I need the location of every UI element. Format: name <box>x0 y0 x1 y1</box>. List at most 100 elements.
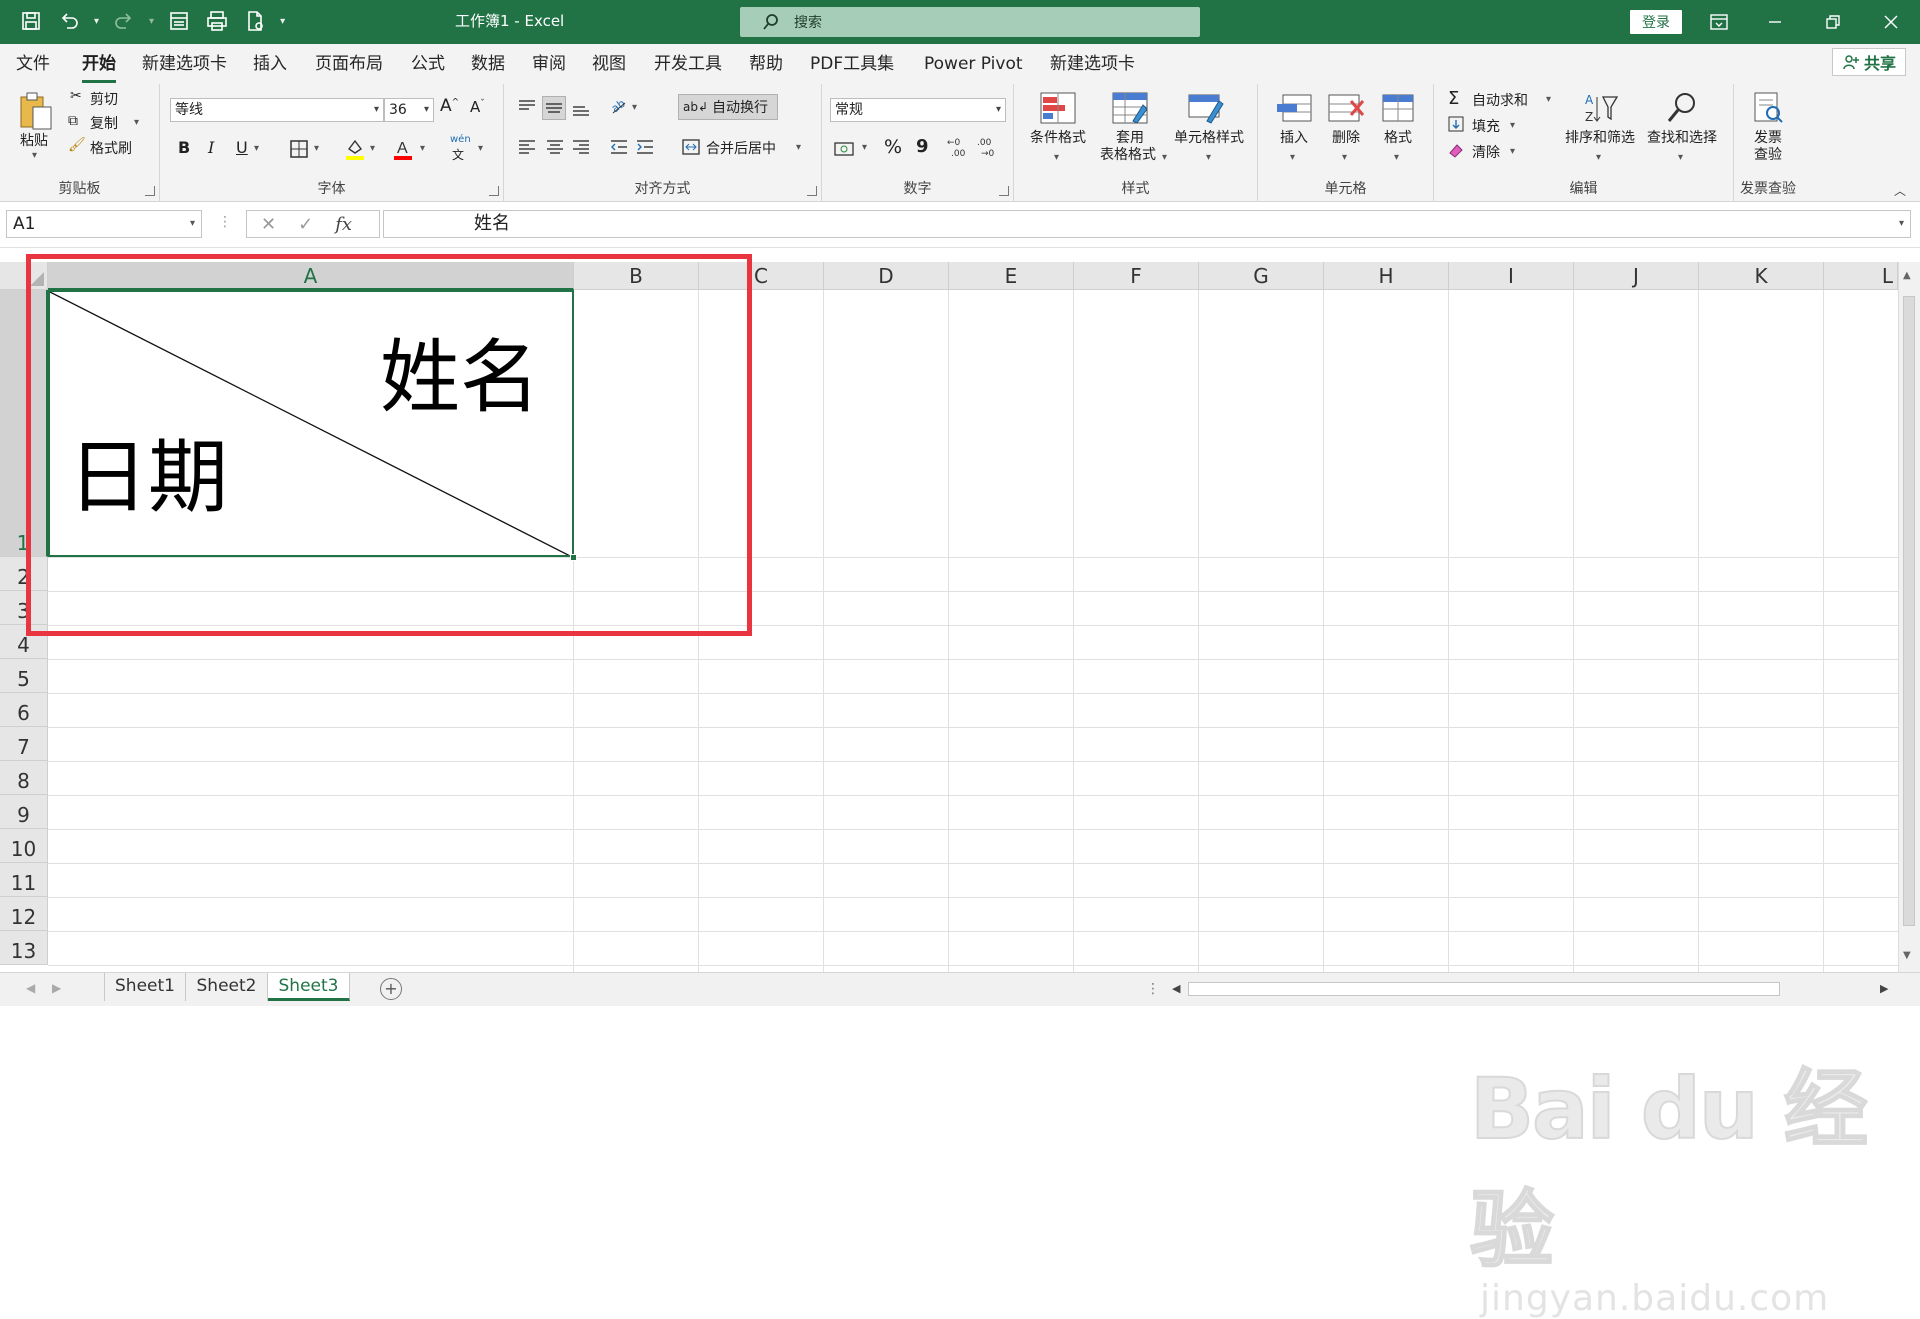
column-header-l[interactable]: L <box>1824 262 1898 290</box>
invoice-check-icon[interactable] <box>1748 90 1788 126</box>
column-header-h[interactable]: H <box>1324 262 1449 290</box>
tab-developer[interactable]: 开发工具 <box>654 50 722 78</box>
new-doc-icon[interactable] <box>242 8 268 34</box>
format-dropdown-icon[interactable]: ▾ <box>1394 152 1399 163</box>
border-dropdown-icon[interactable]: ▾ <box>314 143 319 154</box>
insert-cells-icon[interactable] <box>1274 90 1314 126</box>
column-header-k[interactable]: K <box>1699 262 1824 290</box>
fill-color-dropdown-icon[interactable]: ▾ <box>370 143 375 154</box>
vertical-scroll-thumb[interactable] <box>1903 296 1915 926</box>
merge-center-label[interactable]: 合并后居中 <box>706 138 776 158</box>
conditional-dropdown-icon[interactable]: ▾ <box>1054 152 1059 163</box>
column-header-d[interactable]: D <box>824 262 949 290</box>
align-left-icon[interactable] <box>516 136 538 158</box>
tab-pdf-tools[interactable]: PDF工具集 <box>810 50 894 78</box>
fill-icon[interactable] <box>1446 114 1466 134</box>
underline-dropdown-icon[interactable]: ▾ <box>254 143 259 154</box>
border-icon[interactable] <box>288 138 310 160</box>
tab-home[interactable]: 开始 <box>82 50 116 83</box>
cell-styles-icon[interactable] <box>1186 90 1226 126</box>
tab-help[interactable]: 帮助 <box>749 50 783 78</box>
tab-formulas[interactable]: 公式 <box>411 50 445 78</box>
column-header-e[interactable]: E <box>949 262 1074 290</box>
increase-decimal-icon[interactable]: ←0.00 <box>944 134 970 160</box>
clear-label[interactable]: 清除 <box>1472 142 1500 162</box>
expand-formula-icon[interactable]: ▾ <box>1899 211 1904 237</box>
scroll-left-icon[interactable]: ◀ <box>1172 982 1180 995</box>
horizontal-scrollbar[interactable]: ◀ ▶ <box>1168 979 1896 999</box>
number-launcher-icon[interactable] <box>999 186 1009 196</box>
format-table-line2[interactable]: 表格格式 <box>1092 147 1164 164</box>
font-color-dropdown-icon[interactable]: ▾ <box>420 143 425 154</box>
paste-icon[interactable] <box>16 90 56 134</box>
invoice-line2[interactable]: 查验 <box>1734 147 1802 164</box>
vertical-scrollbar[interactable]: ▲ ▼ <box>1898 262 1920 972</box>
delete-dropdown-icon[interactable]: ▾ <box>1342 152 1347 163</box>
tab-page-layout[interactable]: 页面布局 <box>315 50 383 78</box>
sort-dropdown-icon[interactable]: ▾ <box>1596 152 1601 163</box>
sort-filter-icon[interactable]: AZ <box>1580 90 1620 126</box>
name-box[interactable]: A1 ▾ <box>6 210 202 238</box>
column-header-a[interactable]: A <box>48 262 574 290</box>
merge-dropdown-icon[interactable]: ▾ <box>796 142 801 153</box>
cut-label[interactable]: 剪切 <box>90 89 118 109</box>
undo-dropdown-icon[interactable]: ▾ <box>94 16 99 27</box>
increase-indent-icon[interactable] <box>634 136 656 158</box>
find-select-label[interactable]: 查找和选择 <box>1642 130 1722 147</box>
tab-file[interactable]: 文件 <box>16 50 50 78</box>
row-header-12[interactable]: 12 <box>0 897 48 931</box>
number-format-select[interactable]: 常规 ▾ <box>830 98 1006 122</box>
font-name-select[interactable]: 等线 ▾ <box>170 98 384 122</box>
sheet-tab-3[interactable]: Sheet3 <box>268 973 350 1001</box>
login-button[interactable]: 登录 <box>1630 10 1682 34</box>
undo-icon[interactable] <box>56 8 82 34</box>
column-header-j[interactable]: J <box>1574 262 1699 290</box>
font-launcher-icon[interactable] <box>489 186 499 196</box>
autosum-dropdown-icon[interactable]: ▾ <box>1546 94 1551 105</box>
alignment-launcher-icon[interactable] <box>807 186 817 196</box>
clipboard-launcher-icon[interactable] <box>145 186 155 196</box>
search-box[interactable]: 搜索 <box>740 7 1200 37</box>
customize-icon[interactable]: ▾ <box>280 16 285 27</box>
merge-center-icon[interactable] <box>680 136 702 158</box>
phonetic-dropdown-icon[interactable]: ▾ <box>478 143 483 154</box>
cell-styles-dropdown-icon[interactable]: ▾ <box>1206 152 1211 163</box>
paste-dropdown-icon[interactable]: ▾ <box>32 150 37 161</box>
invoice-line1[interactable]: 发票 <box>1734 130 1802 147</box>
row-header-4[interactable]: 4 <box>0 625 48 659</box>
ribbon-display-icon[interactable] <box>1704 10 1734 34</box>
decrease-decimal-icon[interactable]: .00 →0 <box>974 134 1000 160</box>
insert-dropdown-icon[interactable]: ▾ <box>1290 152 1295 163</box>
collapse-ribbon-icon[interactable]: ︿ <box>1894 182 1906 199</box>
accounting-icon[interactable] <box>832 138 858 160</box>
percent-button[interactable]: % <box>884 136 902 158</box>
row-header-7[interactable]: 7 <box>0 727 48 761</box>
format-as-table-icon[interactable] <box>1110 90 1150 126</box>
orientation-dropdown-icon[interactable]: ▾ <box>632 102 637 113</box>
copy-dropdown-icon[interactable]: ▾ <box>134 117 139 128</box>
save-icon[interactable] <box>18 8 44 34</box>
column-header-g[interactable]: G <box>1199 262 1324 290</box>
format-table-dropdown-icon[interactable]: ▾ <box>1162 152 1167 163</box>
insert-function-icon[interactable]: fx <box>335 214 352 235</box>
scroll-up-icon[interactable]: ▲ <box>1903 270 1911 281</box>
cut-icon[interactable]: ✂ <box>70 88 82 104</box>
select-all-button[interactable] <box>0 262 48 290</box>
horizontal-scroll-thumb[interactable] <box>1188 982 1780 996</box>
conditional-format-icon[interactable] <box>1038 90 1078 126</box>
align-right-icon[interactable] <box>570 136 592 158</box>
form-icon[interactable] <box>166 8 192 34</box>
add-sheet-icon[interactable]: + <box>380 978 402 1000</box>
align-middle-icon[interactable] <box>542 96 566 120</box>
share-button[interactable]: 共享 <box>1832 48 1906 76</box>
row-header-3[interactable]: 3 <box>0 591 48 625</box>
row-header-11[interactable]: 11 <box>0 863 48 897</box>
format-painter-label[interactable]: 格式刷 <box>90 138 132 158</box>
fill-dropdown-icon[interactable]: ▾ <box>1510 120 1515 131</box>
format-cells-icon[interactable] <box>1378 90 1418 126</box>
row-header-6[interactable]: 6 <box>0 693 48 727</box>
phonetic-icon[interactable]: wén <box>450 134 471 145</box>
underline-button[interactable]: U <box>236 138 248 157</box>
decrease-indent-icon[interactable] <box>608 136 630 158</box>
worksheet-grid[interactable]: A B C D E F G H I J K L 1 2 3 4 5 6 7 8 … <box>0 254 1920 1319</box>
